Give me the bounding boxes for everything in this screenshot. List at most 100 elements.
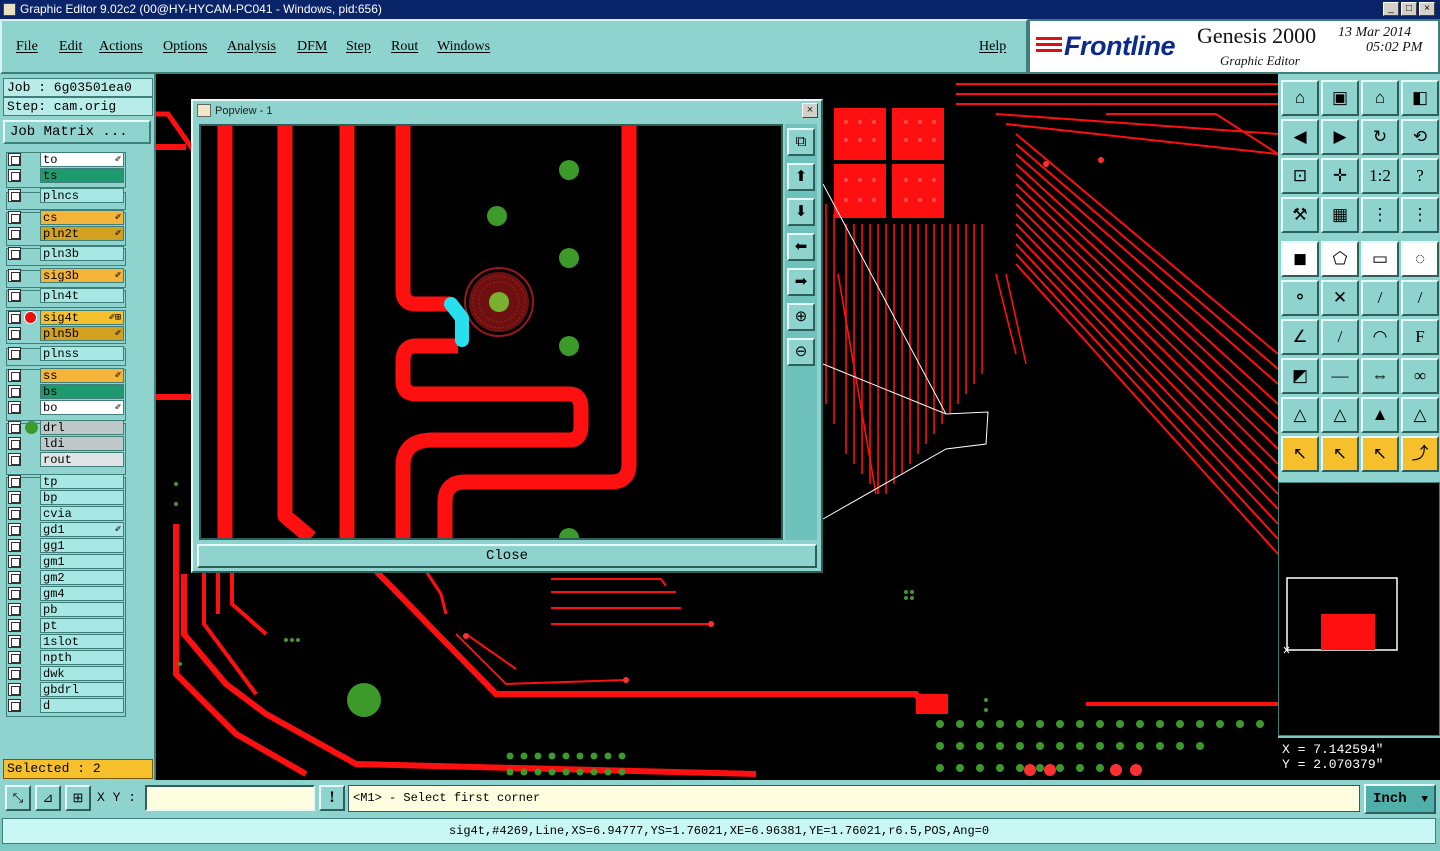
layer-row[interactable]: pb — [4, 602, 128, 617]
fit-icon[interactable]: ⊡ — [1281, 158, 1319, 194]
layer-name[interactable]: pln4t — [40, 288, 124, 303]
layer-checkbox[interactable] — [8, 169, 21, 182]
slash-icon[interactable]: / — [1321, 319, 1359, 355]
measure-icon[interactable]: ⇔ — [1361, 358, 1399, 394]
board-overview-map[interactable] — [1278, 482, 1440, 736]
layer-row[interactable]: to ✐ — [4, 152, 128, 167]
pointer-icon[interactable]: ↖ — [1281, 436, 1319, 472]
layer-checkbox[interactable] — [8, 555, 21, 568]
pointer-box-icon[interactable]: ↖ — [1321, 436, 1359, 472]
unit-selector[interactable]: Inch ▼ — [1364, 784, 1436, 814]
layer-row[interactable]: plnss — [4, 346, 128, 361]
triangle-cut-icon[interactable]: △ — [1401, 397, 1439, 433]
line-icon[interactable]: / — [1361, 280, 1399, 316]
layer-name[interactable]: bo ✐ — [40, 400, 124, 415]
delete-node-icon[interactable]: ✕ — [1321, 280, 1359, 316]
measure-mode-icon[interactable]: ⊿ — [35, 785, 61, 811]
layer-checkbox[interactable] — [8, 523, 21, 536]
layer-checkbox[interactable] — [8, 571, 21, 584]
layer-checkbox[interactable] — [8, 507, 21, 520]
popview-close-icon[interactable]: × — [802, 103, 818, 118]
layer-row[interactable]: pln2t ✐ — [4, 226, 128, 241]
triangle-blue-icon[interactable]: △ — [1321, 397, 1359, 433]
layer-checkbox[interactable] — [8, 211, 21, 224]
layer-checkbox[interactable] — [8, 369, 21, 382]
pan-left-icon[interactable]: ⬅ — [787, 233, 815, 261]
layer-name[interactable]: sig3b ✐ — [40, 268, 124, 283]
center-icon[interactable]: ✛ — [1321, 158, 1359, 194]
zoom-area-icon[interactable]: ▣ — [1321, 80, 1359, 116]
menu-windows[interactable]: Windows — [437, 39, 490, 55]
menu-file[interactable]: File — [16, 39, 38, 55]
pad-icon[interactable]: ◩ — [1281, 358, 1319, 394]
layer-row[interactable]: pln3b — [4, 246, 128, 261]
tools-icon[interactable]: ⚒ — [1281, 197, 1319, 233]
layer-checkbox[interactable] — [8, 683, 21, 696]
layer-name[interactable]: dwk — [40, 666, 124, 681]
draw-shape-icon[interactable]: ⬠ — [1321, 241, 1359, 277]
layer-name[interactable]: ts — [40, 168, 124, 183]
layer-row[interactable]: gd1 ✐ — [4, 522, 128, 537]
window-close-button[interactable]: × — [1419, 2, 1435, 16]
layer-name[interactable]: ldi — [40, 436, 124, 451]
menu-analysis[interactable]: Analysis — [227, 39, 276, 55]
layer-checkbox[interactable] — [8, 699, 21, 712]
cut-line-icon[interactable]: — — [1321, 358, 1359, 394]
layer-name[interactable]: to ✐ — [40, 152, 124, 167]
layer-row[interactable]: bs — [4, 384, 128, 399]
layer-row[interactable]: ss ✐ — [4, 368, 128, 383]
layer-checkbox[interactable] — [8, 635, 21, 648]
layer-row[interactable]: gm4 — [4, 586, 128, 601]
layer-name[interactable]: sig4t ✐⊞ — [40, 310, 124, 325]
layer-row[interactable]: gg1 — [4, 538, 128, 553]
layer-row[interactable]: bp — [4, 490, 128, 505]
text-icon[interactable]: F — [1401, 319, 1439, 355]
layer-checkbox[interactable] — [8, 587, 21, 600]
menu-actions[interactable]: Actions — [99, 39, 143, 55]
layer-row[interactable]: pt — [4, 618, 128, 633]
layer-name[interactable]: pln3b — [40, 246, 124, 261]
layer-checkbox[interactable] — [8, 269, 21, 282]
layer-name[interactable]: cs ✐ — [40, 210, 124, 225]
layer-name[interactable]: plnss — [40, 346, 124, 361]
layer-name[interactable]: ss ✐ — [40, 368, 124, 383]
grid-mode-icon[interactable]: ⊞ — [65, 785, 91, 811]
layer-row[interactable]: ts — [4, 168, 128, 183]
chain-icon[interactable]: ∞ — [1401, 358, 1439, 394]
line-alt-icon[interactable]: / — [1401, 280, 1439, 316]
layer-row[interactable]: dwk — [4, 666, 128, 681]
layer-checkbox[interactable] — [8, 421, 21, 434]
layer-name[interactable]: tp — [40, 474, 124, 489]
layers-icon[interactable]: ⋮ — [1361, 197, 1399, 233]
job-matrix-button[interactable]: Job Matrix ... — [3, 120, 151, 144]
layer-checkbox[interactable] — [8, 603, 21, 616]
layer-checkbox[interactable] — [8, 153, 21, 166]
layer-name[interactable]: 1slot — [40, 634, 124, 649]
layer-row[interactable]: cs ✐ — [4, 210, 128, 225]
grid-icon[interactable]: ▦ — [1321, 197, 1359, 233]
connect-nodes-icon[interactable]: ⚬ — [1281, 280, 1319, 316]
layer-row[interactable]: ldi — [4, 436, 128, 451]
menu-dfm[interactable]: DFM — [297, 39, 327, 55]
zoom-home-icon[interactable]: ⧉ — [787, 128, 815, 156]
layer-row[interactable]: sig4t ✐⊞ — [4, 310, 128, 325]
warning-button[interactable]: ! — [319, 785, 345, 811]
pan-left-icon[interactable]: ◀ — [1281, 119, 1319, 155]
layer-name[interactable]: gm2 — [40, 570, 124, 585]
layer-name[interactable]: npth — [40, 650, 124, 665]
ruler-icon[interactable]: ▭ — [1361, 241, 1399, 277]
layer-checkbox[interactable] — [8, 651, 21, 664]
layer-row[interactable]: tp — [4, 474, 128, 489]
layer-name[interactable]: gm1 — [40, 554, 124, 569]
scale-1-2-icon[interactable]: 1:2 — [1361, 158, 1399, 194]
layer-checkbox[interactable] — [8, 619, 21, 632]
layer-name[interactable]: bs — [40, 384, 124, 399]
house-icon[interactable]: ⌂ — [1361, 80, 1399, 116]
layer-checkbox[interactable] — [8, 289, 21, 302]
layer-name[interactable]: gd1 ✐ — [40, 522, 124, 537]
layer-checkbox[interactable] — [8, 453, 21, 466]
menu-step[interactable]: Step — [346, 39, 371, 55]
layer-row[interactable]: bo ✐ — [4, 400, 128, 415]
layer-row[interactable]: cvia — [4, 506, 128, 521]
layer-checkbox[interactable] — [8, 401, 21, 414]
